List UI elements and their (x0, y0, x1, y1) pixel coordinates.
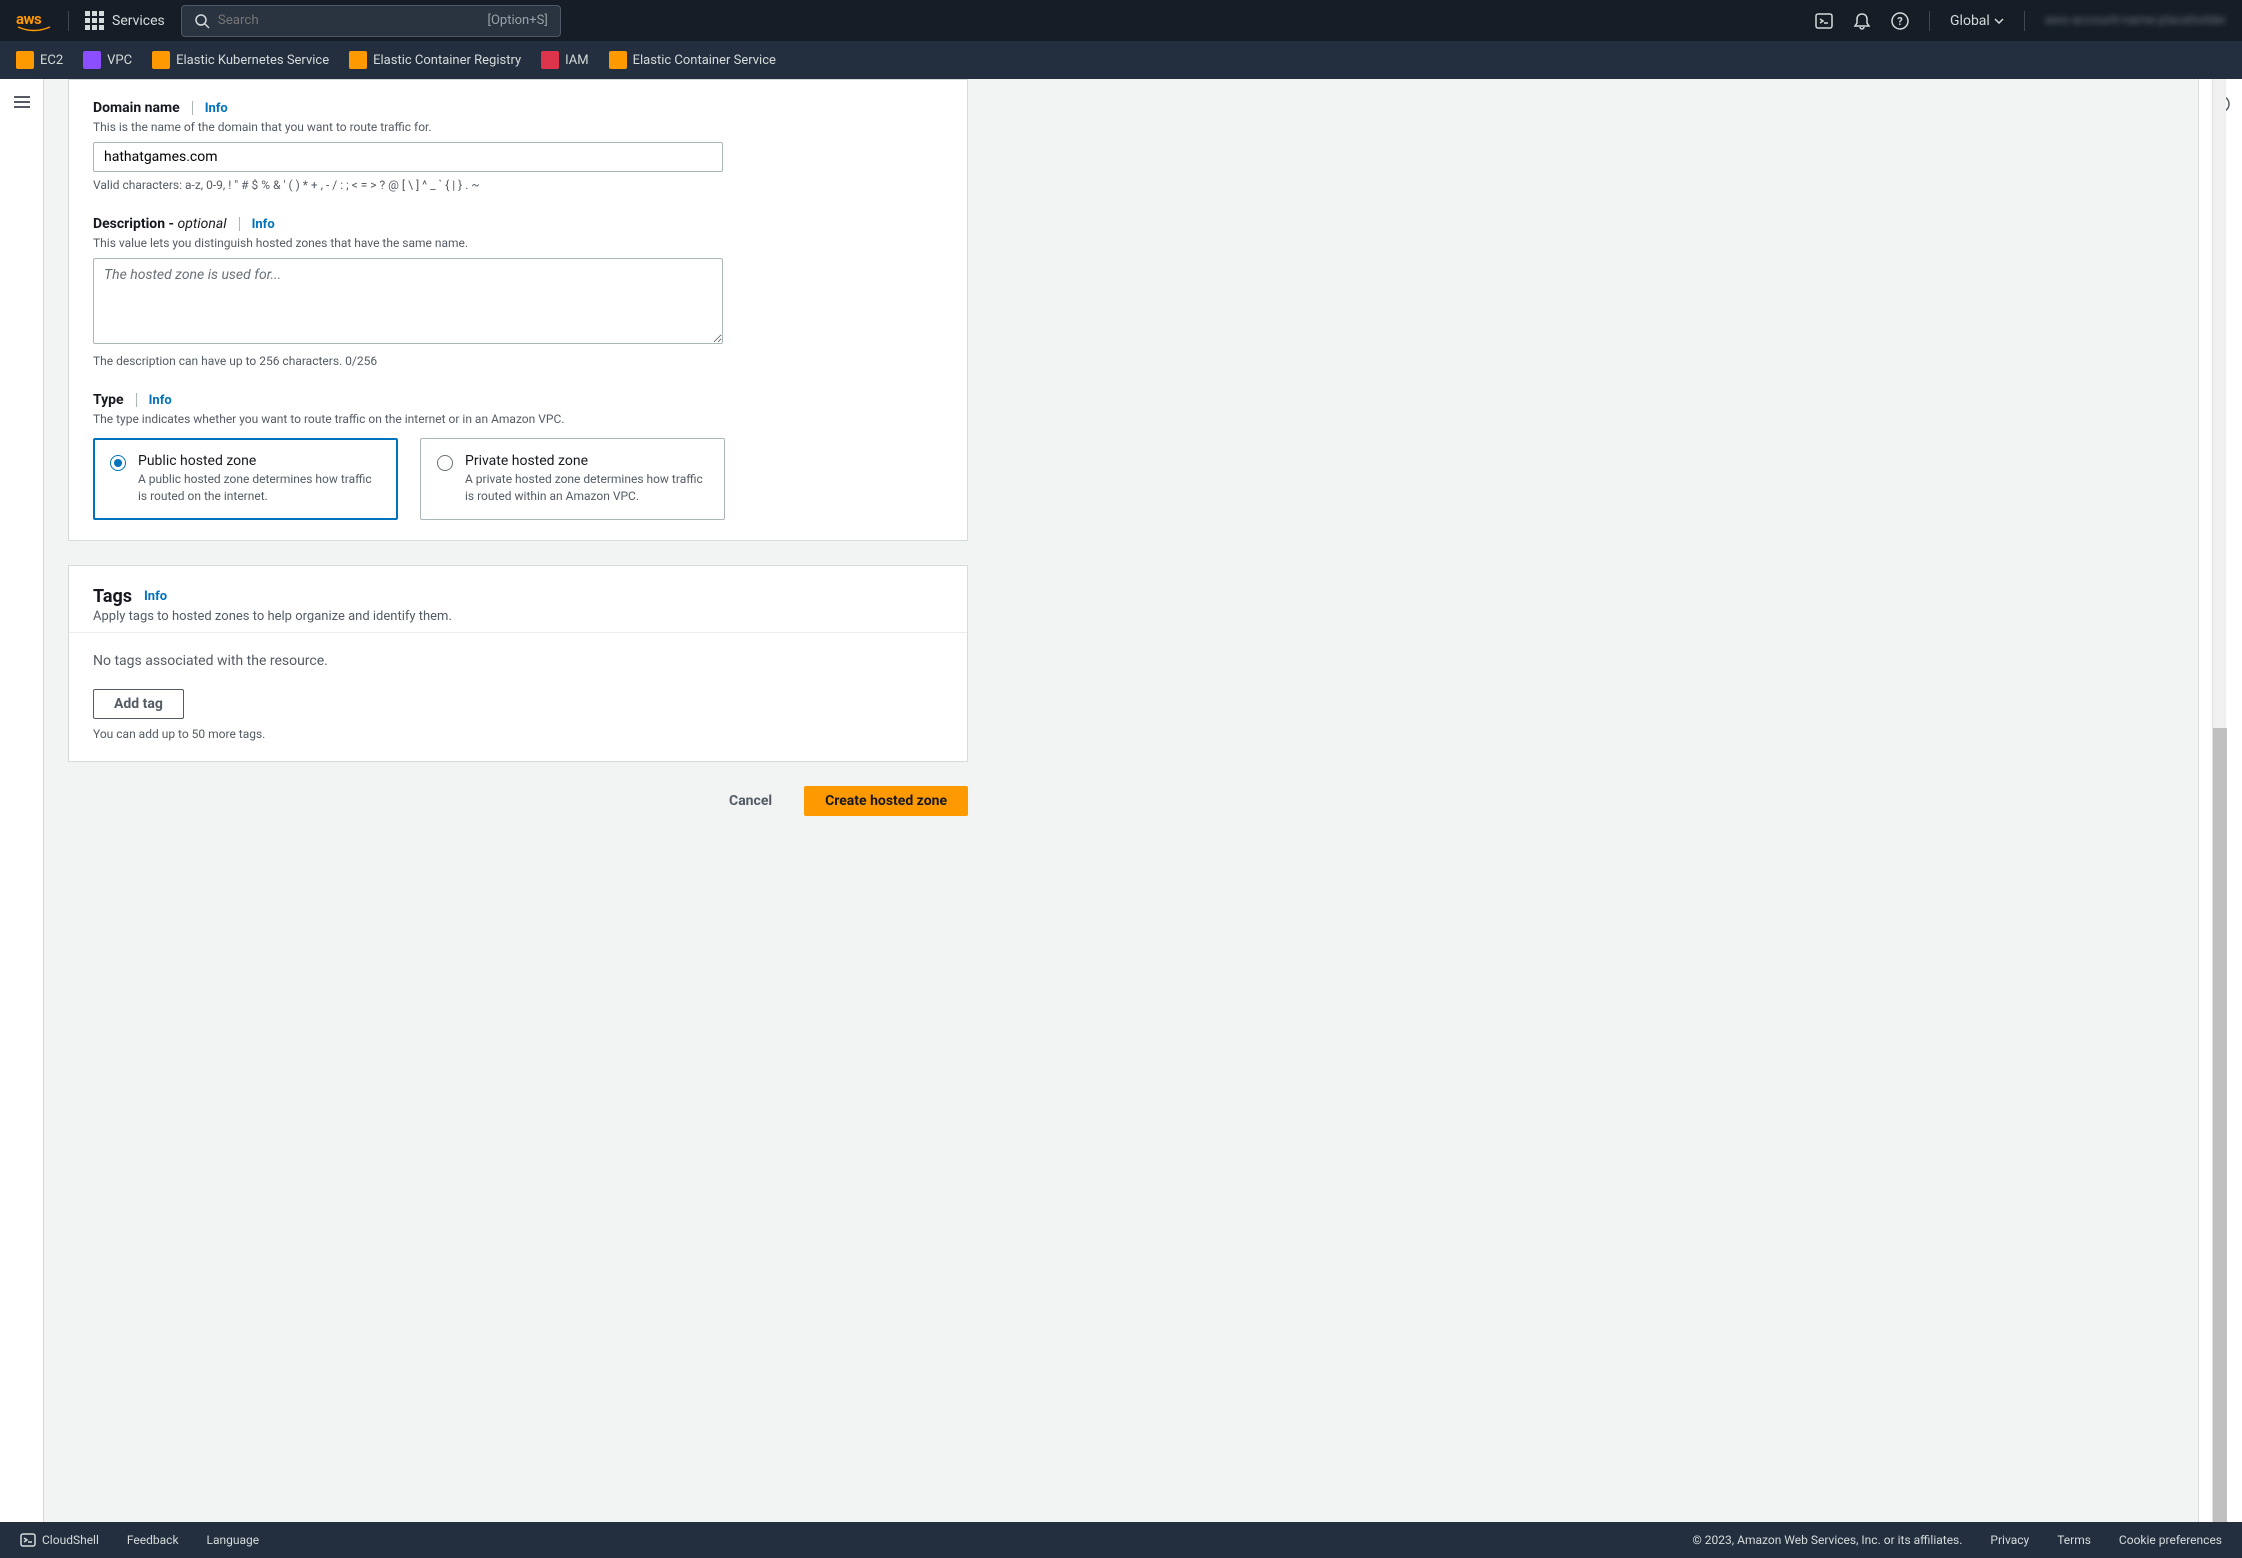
service-link-ec2[interactable]: EC2 (16, 51, 63, 69)
ecr-icon (349, 51, 367, 69)
description-label: Description - optional (93, 216, 227, 232)
chevron-down-icon (1994, 18, 2004, 24)
vpc-icon (83, 51, 101, 69)
service-label: IAM (565, 53, 588, 68)
description-hint: This value lets you distinguish hosted z… (93, 236, 943, 250)
tags-subtitle: Apply tags to hosted zones to help organ… (93, 609, 943, 624)
divider (239, 217, 240, 231)
account-info[interactable]: aws-account-name-placeholder (2045, 13, 2226, 28)
divider (1929, 11, 1930, 31)
type-hint: The type indicates whether you want to r… (93, 412, 943, 426)
cookies-link[interactable]: Cookie preferences (2119, 1533, 2222, 1547)
service-link-eks[interactable]: Elastic Kubernetes Service (152, 51, 329, 69)
services-label: Services (112, 13, 165, 29)
services-bar: EC2 VPC Elastic Kubernetes Service Elast… (0, 41, 2242, 79)
public-zone-radio[interactable]: Public hosted zone A public hosted zone … (93, 438, 398, 520)
main-content: Domain name Info This is the name of the… (44, 79, 2198, 1522)
private-zone-radio[interactable]: Private hosted zone A private hosted zon… (420, 438, 725, 520)
divider (68, 11, 69, 31)
tags-helper: You can add up to 50 more tags. (93, 727, 943, 741)
sidebar-toggle[interactable] (14, 95, 30, 1522)
service-link-ecs[interactable]: Elastic Container Service (609, 51, 776, 69)
action-buttons: Cancel Create hosted zone (68, 786, 968, 816)
service-link-vpc[interactable]: VPC (83, 51, 132, 69)
left-sidebar (0, 79, 44, 1522)
type-info-link[interactable]: Info (149, 393, 172, 408)
region-selector[interactable]: Global (1950, 13, 2004, 29)
eks-icon (152, 51, 170, 69)
private-title: Private hosted zone (465, 453, 708, 469)
type-group: Type Info The type indicates whether you… (93, 392, 943, 520)
cloudshell-label: CloudShell (42, 1533, 99, 1547)
grid-icon (85, 11, 104, 30)
search-input[interactable] (218, 13, 488, 28)
main-layout: Domain name Info This is the name of the… (0, 79, 2242, 1522)
terms-link[interactable]: Terms (2057, 1533, 2091, 1547)
domain-helper: Valid characters: a-z, 0-9, ! " # $ % & … (93, 178, 943, 192)
copyright: © 2023, Amazon Web Services, Inc. or its… (1692, 1533, 1962, 1547)
search-icon (194, 13, 210, 29)
radio-icon (110, 455, 126, 471)
ecs-icon (609, 51, 627, 69)
config-panel: Domain name Info This is the name of the… (68, 79, 968, 541)
tags-header: Tags Info (93, 586, 943, 607)
divider (136, 393, 137, 407)
search-container[interactable]: [Option+S] (181, 5, 561, 37)
divider (192, 101, 193, 115)
divider (2024, 11, 2025, 31)
tags-title: Tags (93, 586, 132, 607)
description-info-link[interactable]: Info (252, 217, 275, 232)
footer: CloudShell Feedback Language © 2023, Ama… (0, 1522, 2242, 1558)
search-shortcut: [Option+S] (488, 13, 548, 28)
type-label: Type (93, 392, 124, 408)
service-label: VPC (107, 53, 132, 68)
create-button[interactable]: Create hosted zone (804, 786, 968, 816)
help-icon[interactable]: ? (1891, 12, 1909, 30)
domain-info-link[interactable]: Info (205, 101, 228, 116)
svg-text:aws: aws (16, 10, 42, 28)
region-label: Global (1950, 13, 1990, 29)
tags-empty-state: No tags associated with the resource. (69, 632, 967, 689)
domain-label: Domain name (93, 100, 180, 116)
top-nav: aws Services [Option+S] (0, 0, 2242, 41)
service-label: EC2 (40, 53, 63, 68)
services-menu-button[interactable]: Services (85, 11, 165, 30)
privacy-link[interactable]: Privacy (1990, 1533, 2029, 1547)
notifications-icon[interactable] (1853, 12, 1871, 30)
tags-info-link[interactable]: Info (144, 589, 167, 604)
service-label: Elastic Container Service (633, 53, 776, 68)
scrollbar[interactable] (2212, 79, 2226, 1522)
cloudshell-icon[interactable] (1815, 12, 1833, 30)
aws-logo[interactable]: aws (16, 10, 52, 32)
feedback-link[interactable]: Feedback (127, 1533, 179, 1547)
language-link[interactable]: Language (207, 1533, 260, 1547)
scrollbar-thumb[interactable] (2213, 728, 2227, 1522)
cloudshell-link[interactable]: CloudShell (20, 1532, 99, 1548)
add-tag-button[interactable]: Add tag (93, 689, 184, 719)
radio-icon (437, 455, 453, 471)
cloudshell-icon (20, 1532, 36, 1548)
ec2-icon (16, 51, 34, 69)
description-helper: The description can have up to 256 chara… (93, 354, 943, 368)
description-group: Description - optional Info This value l… (93, 216, 943, 368)
tags-panel: Tags Info Apply tags to hosted zones to … (68, 565, 968, 762)
iam-icon (541, 51, 559, 69)
service-label: Elastic Container Registry (373, 53, 521, 68)
public-desc: A public hosted zone determines how traf… (138, 471, 381, 505)
service-label: Elastic Kubernetes Service (176, 53, 329, 68)
public-title: Public hosted zone (138, 453, 381, 469)
domain-hint: This is the name of the domain that you … (93, 120, 943, 134)
service-link-ecr[interactable]: Elastic Container Registry (349, 51, 521, 69)
domain-name-group: Domain name Info This is the name of the… (93, 100, 943, 192)
service-link-iam[interactable]: IAM (541, 51, 588, 69)
svg-text:?: ? (1897, 15, 1903, 28)
description-textarea[interactable] (93, 258, 723, 344)
private-desc: A private hosted zone determines how tra… (465, 471, 708, 505)
domain-name-input[interactable] (93, 142, 723, 172)
cancel-button[interactable]: Cancel (709, 786, 792, 816)
